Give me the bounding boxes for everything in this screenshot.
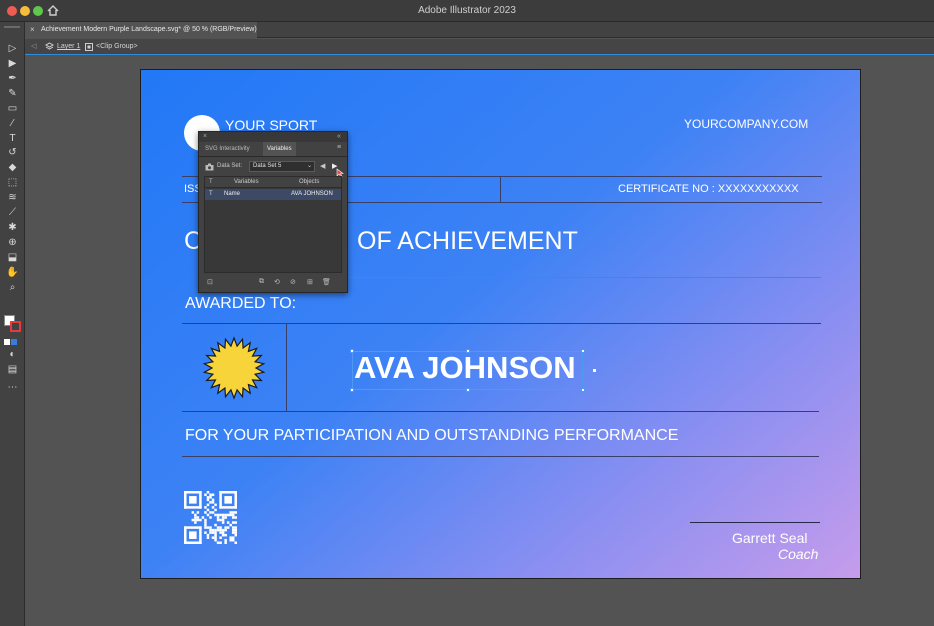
direct-selection-tool-icon[interactable]: ▶ [6, 57, 19, 70]
pen-tool-icon[interactable]: ✒ [6, 72, 19, 85]
recipient-name[interactable]: AVA JOHNSON [354, 350, 576, 386]
zoom-tool-icon[interactable]: ⌕ [6, 281, 19, 294]
eyedropper-tool-icon[interactable]: ⟋ [6, 206, 19, 219]
selection-handle[interactable] [350, 388, 354, 392]
company-label: YOURCOMPANY.COM [684, 117, 809, 131]
center-point [593, 369, 596, 372]
breadcrumb: ◁ Layer 1 <Clip Group> [25, 39, 934, 55]
make-visibility-dynamic-icon[interactable]: ⟲ [274, 278, 280, 286]
paintbrush-tool-icon[interactable]: ⁄ [6, 117, 19, 130]
close-panel-icon[interactable]: × [203, 132, 207, 141]
tools-panel: ▷ ▶ ✒ ✎ ▭ ⁄ T ↺ ◆ ⬚ ≋ ⟋ ✱ ⊕ ⬓ ✋ ⌕ ◐ ▤ ⋯ [0, 22, 25, 626]
rotate-tool-icon[interactable]: ↺ [6, 146, 19, 159]
panel-divider [199, 156, 347, 157]
new-variable-icon[interactable]: ⊞ [307, 278, 313, 286]
divider-line [286, 323, 287, 411]
selection-handle[interactable] [581, 388, 585, 392]
breadcrumb-group[interactable]: <Clip Group> [96, 39, 138, 55]
screen-mode-icon[interactable]: ▤ [6, 363, 19, 376]
panel-menu-icon[interactable]: ≡ [337, 144, 341, 151]
divider-line [182, 411, 819, 412]
width-tool-icon[interactable]: ≋ [6, 191, 19, 204]
document-tab-label: Achievement Modern Purple Landscape.svg*… [41, 26, 257, 33]
hand-tool-icon[interactable]: ✋ [6, 266, 19, 279]
stroke-color-swatch[interactable] [10, 321, 21, 332]
lock-variables-icon[interactable]: ⊡ [207, 278, 213, 286]
type-column-icon: T [209, 179, 213, 185]
tab-svg-interactivity[interactable]: SVG Interactivity [201, 142, 254, 156]
seal-icon [202, 336, 266, 400]
delete-variable-icon[interactable]: 🗑 [322, 278, 331, 286]
signature-line [690, 522, 820, 523]
signer-role: Coach [778, 546, 819, 562]
awarded-to-label: AWARDED TO: [185, 295, 297, 312]
variable-object: AVA JOHNSON [291, 191, 333, 197]
selection-tool-icon[interactable]: ▷ [6, 42, 19, 55]
close-tab-icon[interactable]: × [30, 22, 35, 38]
dataset-label: Data Set: [217, 163, 243, 169]
scale-tool-icon[interactable]: ⬚ [6, 176, 19, 189]
divider-line [348, 277, 821, 278]
certificate-title-right: OF ACHIEVEMENT [357, 227, 578, 255]
curvature-tool-icon[interactable]: ✎ [6, 87, 19, 100]
variables-table: T Variables Objects T Name AVA JOHNSON [204, 176, 342, 273]
divider-line [500, 176, 501, 203]
certificate-number: CERTIFICATE NO : XXXXXXXXXXX [618, 183, 799, 195]
unbind-variable-icon[interactable]: ⊘ [290, 278, 296, 286]
table-header: T Variables Objects [205, 177, 341, 188]
column-header-variables[interactable]: Variables [234, 179, 259, 185]
group-icon [85, 43, 93, 51]
window-title: Adobe Illustrator 2023 [418, 5, 516, 16]
color-mode-icon[interactable] [4, 339, 10, 345]
dataset-value: Data Set 5 [253, 163, 282, 169]
rectangle-tool-icon[interactable]: ▭ [6, 102, 19, 115]
toolbar-grip[interactable] [4, 26, 20, 28]
text-variable-icon: T [209, 191, 213, 197]
document-tab-bar: Achievement Modern Purple Landscape.svg*… [25, 22, 934, 38]
artboard-tool-icon[interactable]: ⬓ [6, 251, 19, 264]
breadcrumb-layer[interactable]: Layer 1 [57, 39, 80, 55]
shape-builder-tool-icon[interactable]: ⊕ [6, 236, 19, 249]
previous-dataset-icon[interactable]: ◀ [320, 162, 325, 170]
more-tools-icon[interactable]: ⋯ [6, 381, 19, 394]
chevron-down-icon: ⌄ [307, 163, 313, 169]
collapse-panel-icon[interactable]: « [337, 132, 341, 141]
table-row[interactable]: T Name AVA JOHNSON [205, 189, 341, 200]
variables-panel: × « SVG Interactivity Variables ≡ Data S… [198, 131, 348, 293]
tab-variables[interactable]: Variables [263, 142, 296, 156]
dataset-select[interactable]: Data Set 5 ⌄ [249, 161, 315, 172]
back-arrow-icon[interactable]: ◁ [31, 39, 36, 55]
selection-handle[interactable] [466, 388, 470, 392]
variable-name: Name [224, 191, 241, 197]
make-text-dynamic-icon[interactable]: ⧉ [259, 278, 264, 286]
layers-icon [45, 42, 54, 50]
eraser-tool-icon[interactable]: ◆ [6, 161, 19, 174]
divider-line [182, 456, 819, 457]
divider-line [182, 323, 821, 324]
column-header-objects[interactable]: Objects [299, 179, 319, 185]
capture-dataset-icon[interactable] [205, 163, 214, 171]
panel-header[interactable]: × « [199, 132, 347, 142]
symbol-sprayer-tool-icon[interactable]: ✱ [6, 221, 19, 234]
gradient-mode-icon[interactable] [11, 339, 17, 345]
title-bar: Adobe Illustrator 2023 [0, 0, 934, 22]
selection-handle[interactable] [581, 349, 585, 353]
draw-mode-icon[interactable]: ◐ [6, 348, 19, 361]
signer-name: Garrett Seal [732, 530, 808, 546]
document-tab[interactable]: Achievement Modern Purple Landscape.svg*… [25, 22, 257, 38]
type-tool-icon[interactable]: T [6, 132, 19, 145]
qr-code [184, 491, 237, 544]
reason-text: FOR YOUR PARTICIPATION AND OUTSTANDING P… [185, 427, 679, 444]
